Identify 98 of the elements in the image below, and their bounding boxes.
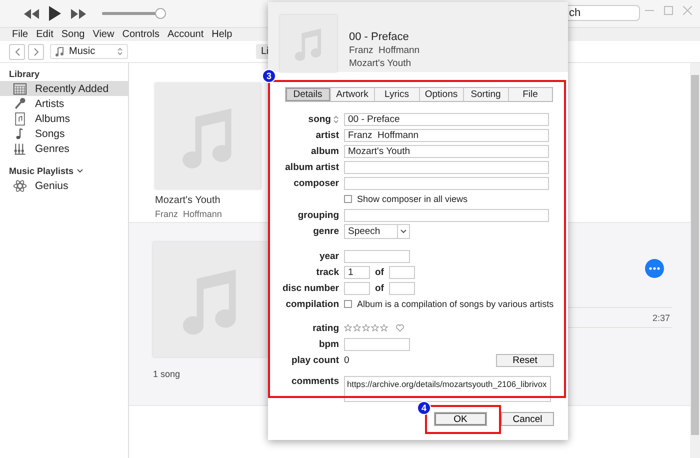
star-icon[interactable] bbox=[371, 324, 379, 332]
atom-icon bbox=[13, 178, 27, 192]
play-icon[interactable] bbox=[49, 6, 61, 21]
back-button[interactable] bbox=[9, 44, 25, 60]
microphone-icon bbox=[13, 96, 27, 110]
menu-item[interactable]: Account bbox=[163, 29, 208, 40]
field-label: comments bbox=[290, 376, 340, 387]
scrollbar[interactable] bbox=[690, 63, 700, 458]
input-field[interactable] bbox=[344, 250, 410, 262]
album-artist: Franz Hoffmann bbox=[155, 209, 222, 219]
checkbox-label: Show composer in all views bbox=[357, 194, 468, 204]
tab[interactable]: Details bbox=[286, 88, 330, 101]
field-label: grouping bbox=[296, 210, 340, 220]
reset-button[interactable]: Reset bbox=[496, 354, 554, 366]
ellipsis-icon[interactable] bbox=[649, 267, 660, 270]
tab[interactable]: File bbox=[508, 88, 552, 101]
comments-field[interactable]: https://archive.org/details/mozartsyouth_2106_librivox bbox=[344, 376, 551, 402]
tab[interactable]: Options bbox=[420, 88, 464, 101]
field-label: album artist bbox=[284, 162, 340, 172]
album-title[interactable]: Mozart's Youth bbox=[155, 195, 220, 206]
field-label: rating bbox=[312, 322, 340, 334]
genre-dropdown[interactable]: Speech bbox=[344, 224, 410, 239]
music-note-icon bbox=[55, 46, 64, 56]
song-album: Mozart's Youth bbox=[349, 58, 412, 69]
album-icon bbox=[13, 112, 27, 126]
sidebar-item[interactable]: Songs bbox=[0, 126, 128, 141]
play-count: 0 bbox=[344, 354, 350, 366]
input-field[interactable] bbox=[388, 282, 415, 294]
of-label: of bbox=[375, 266, 384, 278]
chevron-icon[interactable] bbox=[76, 168, 83, 174]
chevron-right-icon[interactable] bbox=[34, 48, 38, 56]
song-artist: Franz Hoffmann bbox=[349, 45, 420, 56]
track-duration: 2:37 bbox=[652, 312, 671, 322]
input-field[interactable] bbox=[344, 160, 549, 174]
input-field[interactable] bbox=[388, 266, 415, 278]
step-badge: 3 bbox=[262, 69, 276, 83]
forward-button[interactable] bbox=[28, 44, 44, 60]
star-icon[interactable] bbox=[353, 324, 361, 332]
previous-icon[interactable] bbox=[24, 8, 39, 18]
menu-item[interactable]: Controls bbox=[118, 29, 164, 40]
ok-button[interactable]: OK bbox=[434, 412, 487, 426]
section-heading: Library bbox=[9, 69, 40, 79]
input-field[interactable]: 00 - Preface bbox=[344, 112, 549, 126]
calendar-icon bbox=[13, 82, 27, 96]
sort-icon[interactable] bbox=[117, 47, 123, 56]
field-label: album bbox=[310, 146, 340, 156]
field-label: compilation bbox=[284, 298, 340, 310]
input-field[interactable] bbox=[344, 338, 410, 350]
field-label: disc number bbox=[282, 282, 340, 294]
field-label: year bbox=[318, 250, 340, 262]
menu-item[interactable]: Song bbox=[57, 29, 89, 40]
field-label: song bbox=[308, 114, 331, 124]
input-field[interactable]: 1 bbox=[344, 266, 370, 278]
maximize-icon[interactable] bbox=[664, 6, 673, 15]
more-button[interactable] bbox=[645, 259, 664, 278]
next-icon[interactable] bbox=[71, 8, 86, 18]
menu-item[interactable]: View bbox=[88, 29, 118, 40]
song-count: 1 song bbox=[153, 369, 182, 379]
cancel-button[interactable]: Cancel bbox=[501, 412, 554, 426]
field-label: track bbox=[315, 266, 340, 278]
sidebar-item[interactable]: Genius bbox=[0, 178, 128, 193]
field-label: artist bbox=[314, 130, 340, 140]
section-heading: Music Playlists bbox=[9, 166, 74, 176]
sidebar-item[interactable]: Albums bbox=[0, 111, 128, 126]
star-icon[interactable] bbox=[380, 324, 388, 332]
input-field[interactable]: Franz Hoffmann bbox=[344, 128, 549, 142]
of-label: of bbox=[375, 282, 384, 294]
field-label: genre bbox=[312, 226, 340, 237]
checkbox[interactable] bbox=[344, 300, 352, 308]
menu-item[interactable]: File bbox=[8, 29, 32, 40]
sidebar-item[interactable]: Recently Added bbox=[0, 81, 128, 96]
input-field[interactable] bbox=[344, 176, 549, 190]
heart-icon[interactable] bbox=[396, 324, 404, 332]
sort-icon[interactable] bbox=[333, 114, 339, 124]
input-field[interactable]: Mozart's Youth bbox=[344, 144, 549, 158]
menu-item[interactable]: Edit bbox=[32, 29, 58, 40]
chevron-left-icon[interactable] bbox=[14, 48, 20, 56]
sidebar-item[interactable]: Artists bbox=[0, 96, 128, 111]
source-dropdown[interactable]: Music bbox=[50, 44, 128, 59]
input-field[interactable] bbox=[344, 282, 370, 294]
field-label: play count bbox=[290, 354, 340, 366]
checkbox-label: Album is a compilation of songs by various artists bbox=[357, 299, 554, 309]
input-field[interactable] bbox=[344, 208, 549, 222]
star-icon[interactable] bbox=[362, 324, 370, 332]
caret-icon[interactable] bbox=[397, 225, 409, 238]
tab[interactable]: Sorting bbox=[464, 88, 508, 101]
song-title: 00 - Preface bbox=[349, 31, 410, 43]
field-label: bpm bbox=[318, 338, 340, 350]
menu-item[interactable]: Help bbox=[208, 29, 236, 40]
field-label: composer bbox=[292, 178, 340, 188]
star-icon[interactable] bbox=[344, 324, 352, 332]
star-rating[interactable] bbox=[344, 324, 388, 332]
bars-icon bbox=[13, 142, 27, 156]
tab[interactable]: Lyrics bbox=[375, 88, 420, 101]
tab[interactable]: Artwork bbox=[330, 88, 375, 101]
checkbox[interactable] bbox=[344, 195, 352, 203]
close-icon[interactable] bbox=[683, 6, 692, 15]
sidebar-item[interactable]: Genres bbox=[0, 141, 128, 156]
